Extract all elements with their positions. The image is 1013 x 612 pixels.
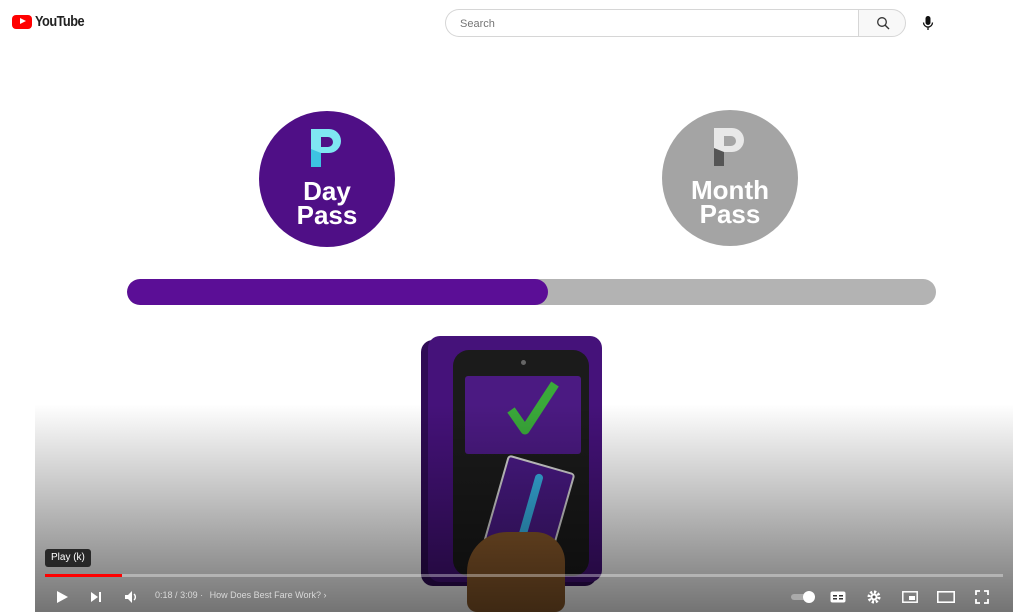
voice-search-button[interactable] <box>915 10 941 36</box>
fullscreen-button[interactable] <box>971 586 993 608</box>
fullscreen-icon <box>975 590 989 604</box>
current-time: 0:18 <box>155 590 173 600</box>
search-box <box>445 9 859 38</box>
masthead: YouTube <box>0 0 1013 44</box>
theater-mode-button[interactable] <box>935 586 957 608</box>
next-icon <box>91 592 101 602</box>
miniplayer-button[interactable] <box>899 586 921 608</box>
total-time: 3:09 <box>180 590 198 600</box>
month-pass-line2: Pass <box>699 199 761 229</box>
pass-progress-bar <box>127 279 936 305</box>
seek-bar[interactable] <box>45 574 1003 577</box>
time-display: 0:18 / 3:09 · How Does Best Fare Work? › <box>155 590 327 600</box>
mute-button[interactable] <box>121 586 143 608</box>
captions-icon <box>830 591 846 603</box>
autoplay-toggle-icon <box>791 591 815 603</box>
subtitles-button[interactable] <box>827 586 849 608</box>
day-pass-badge: Day Pass <box>259 111 395 247</box>
pass-p-logo-icon <box>714 128 744 166</box>
player-controls: 0:18 / 3:09 · How Does Best Fare Work? › <box>35 582 1013 612</box>
autoplay-toggle[interactable] <box>790 586 816 608</box>
gear-icon <box>867 590 881 604</box>
reader-camera <box>521 360 526 365</box>
next-button[interactable] <box>85 586 107 608</box>
youtube-logo[interactable]: YouTube <box>12 13 93 30</box>
miniplayer-icon <box>902 591 918 603</box>
play-icon <box>57 591 68 603</box>
settings-button[interactable] <box>863 586 885 608</box>
video-player[interactable]: Day Pass Month Pass Play (k) 0:18 / 3:09… <box>35 44 1013 612</box>
pass-progress-fill <box>127 279 548 305</box>
microphone-icon <box>922 16 934 30</box>
pass-p-logo-icon <box>311 129 341 167</box>
search-input[interactable] <box>458 10 842 38</box>
day-pass-line2: Pass <box>296 200 358 230</box>
search-icon <box>877 17 890 30</box>
chapter-arrow[interactable]: › <box>324 590 327 600</box>
controls-gradient <box>35 404 1013 612</box>
theater-mode-icon <box>937 591 955 603</box>
youtube-play-logo-icon <box>12 14 32 29</box>
play-tooltip: Play (k) <box>45 549 91 567</box>
month-pass-badge: Month Pass <box>662 110 798 246</box>
play-button[interactable] <box>51 586 73 608</box>
volume-icon <box>125 591 136 603</box>
logo-text: YouTube <box>35 13 85 30</box>
seek-bar-played <box>45 574 122 577</box>
chapter-title[interactable]: How Does Best Fare Work? <box>210 590 321 600</box>
search-button[interactable] <box>858 9 906 37</box>
